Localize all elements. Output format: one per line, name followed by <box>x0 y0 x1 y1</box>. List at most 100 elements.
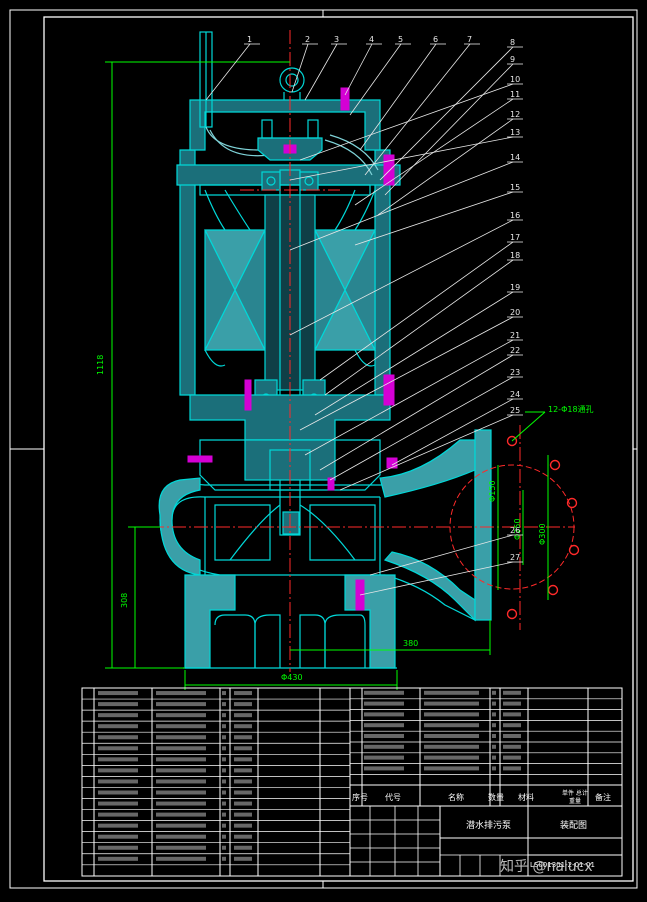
parts-list-cell-text <box>222 735 226 740</box>
parts-list-cell-text <box>364 755 404 760</box>
parts-list-cell-text <box>156 790 206 795</box>
parts-list-left-rows <box>82 691 350 866</box>
balloon-number: 25 <box>510 406 520 415</box>
parts-list-cell-text <box>234 845 252 850</box>
parts-list-cell-text <box>98 735 138 740</box>
parts-list-cell-text <box>234 691 252 696</box>
balloon-number: 18 <box>510 251 520 260</box>
parts-list-cell-text <box>234 735 252 740</box>
parts-list-cell-text <box>222 779 226 784</box>
parts-list-cell-text <box>492 766 496 771</box>
parts-list-cell-text <box>364 744 404 749</box>
parts-list-cell-text <box>98 790 138 795</box>
balloon-number: 26 <box>510 526 520 535</box>
dim-foot-offset: 380 <box>403 639 418 648</box>
parts-list-cell-text <box>98 724 138 729</box>
parts-list-cell-text <box>98 779 138 784</box>
parts-list-cell-text <box>424 766 479 771</box>
parts-list-cell-text <box>222 724 226 729</box>
parts-list-cell-text <box>364 766 404 771</box>
parts-list-cell-text <box>98 834 138 839</box>
parts-list-cell-text <box>234 834 252 839</box>
parts-list-cell-text <box>98 845 138 850</box>
balloon-number: 20 <box>510 308 520 317</box>
dim-flange-note: 12-Φ18通孔 <box>548 404 594 414</box>
parts-list-cell-text <box>98 757 138 762</box>
leader-line <box>205 43 251 101</box>
balloon-number: 5 <box>398 35 403 44</box>
parts-list-cell-text <box>234 812 252 817</box>
balloon-number: 10 <box>510 75 520 84</box>
parts-list-cell-text <box>492 734 496 738</box>
parts-list-cell-text <box>222 823 226 828</box>
parts-list-cell-text <box>492 744 496 749</box>
parts-list-cell-text <box>98 823 138 828</box>
balloon-number: 21 <box>510 331 520 340</box>
parts-list-cell-text <box>222 790 226 795</box>
parts-list-cell-text <box>222 834 226 839</box>
parts-list-cell-text <box>98 856 138 861</box>
parts-list-cell-text <box>156 834 206 839</box>
balloon-number: 7 <box>467 35 472 44</box>
header-unit-total: 单件 总计 <box>562 789 588 797</box>
parts-list-cell-text <box>424 712 479 717</box>
parts-list-cell-text <box>234 856 252 861</box>
balloon-number: 1 <box>247 35 252 44</box>
dim-overall-height: 1118 <box>96 355 105 375</box>
parts-list-cell-text <box>364 712 404 717</box>
cad-drawing-canvas: 1118 308 380 Φ430 12-Φ18通孔 Φ150 Φ250 Φ30… <box>0 0 647 898</box>
balloon-number: 4 <box>369 35 374 44</box>
parts-list-cell-text <box>98 691 138 696</box>
parts-list-cell-text <box>364 734 404 738</box>
parts-list-cell-text <box>503 723 521 728</box>
parts-list-cell-text <box>98 801 138 806</box>
balloon-number: 11 <box>510 90 520 99</box>
leader-line <box>304 43 338 101</box>
dim-flange-d1: Φ150 <box>488 480 497 502</box>
balloon-number: 19 <box>510 283 520 292</box>
parts-list-cell-text <box>503 712 521 717</box>
parts-list-cell-text <box>156 856 206 861</box>
parts-list-cell-text <box>222 845 226 850</box>
parts-list-cell-text <box>234 790 252 795</box>
parts-list-cell-text <box>98 768 138 773</box>
parts-list-cell-text <box>222 713 226 718</box>
balloon-number: 13 <box>510 128 520 137</box>
parts-list-cell-text <box>156 735 206 740</box>
parts-list-cell-text <box>503 755 521 760</box>
parts-list-cell-text <box>98 713 138 718</box>
parts-list-cell-text <box>503 690 521 695</box>
header-material: 材料 <box>518 792 534 802</box>
parts-list-cell-text <box>98 812 138 817</box>
product-name: 潜水排污泵 <box>466 819 511 831</box>
parts-list-cell-text <box>98 702 138 707</box>
dim-discharge-height: 308 <box>120 593 129 608</box>
parts-list-cell-text <box>156 768 206 773</box>
balloon-number: 3 <box>334 35 339 44</box>
parts-list-cell-text <box>234 746 252 751</box>
parts-list-cell-text <box>222 691 226 696</box>
parts-list-cell-text <box>424 755 479 760</box>
parts-list-cell-text <box>492 723 496 728</box>
leader-line <box>299 83 514 161</box>
parts-list-cell-text <box>156 724 206 729</box>
parts-list-cell-text <box>503 744 521 749</box>
pump-cross-section <box>158 31 492 669</box>
parts-list-header: 序号 代号 名称 数量 材料 单件 总计 重量 备注 <box>352 789 611 805</box>
pump-assembly-drawing: 1118 308 380 Φ430 12-Φ18通孔 Φ150 Φ250 Φ30… <box>9 9 638 889</box>
parts-list-cell-text <box>222 757 226 762</box>
drawing-name: 装配图 <box>560 819 587 831</box>
parts-list-cell-text <box>156 691 206 696</box>
parts-list-cell-text <box>156 713 206 718</box>
parts-list-cell-text <box>424 701 479 706</box>
dim-flange-d3: Φ300 <box>538 523 547 545</box>
balloon-number: 12 <box>510 110 520 119</box>
leader-line <box>384 63 514 196</box>
balloon-number: 6 <box>433 35 438 44</box>
balloon-number: 22 <box>510 346 520 355</box>
parts-list-cell-text <box>492 701 496 706</box>
header-code: 代号 <box>385 792 401 802</box>
parts-list-cell-text <box>424 723 479 728</box>
parts-list-cell-text <box>234 823 252 828</box>
parts-list-cell-text <box>222 801 226 806</box>
